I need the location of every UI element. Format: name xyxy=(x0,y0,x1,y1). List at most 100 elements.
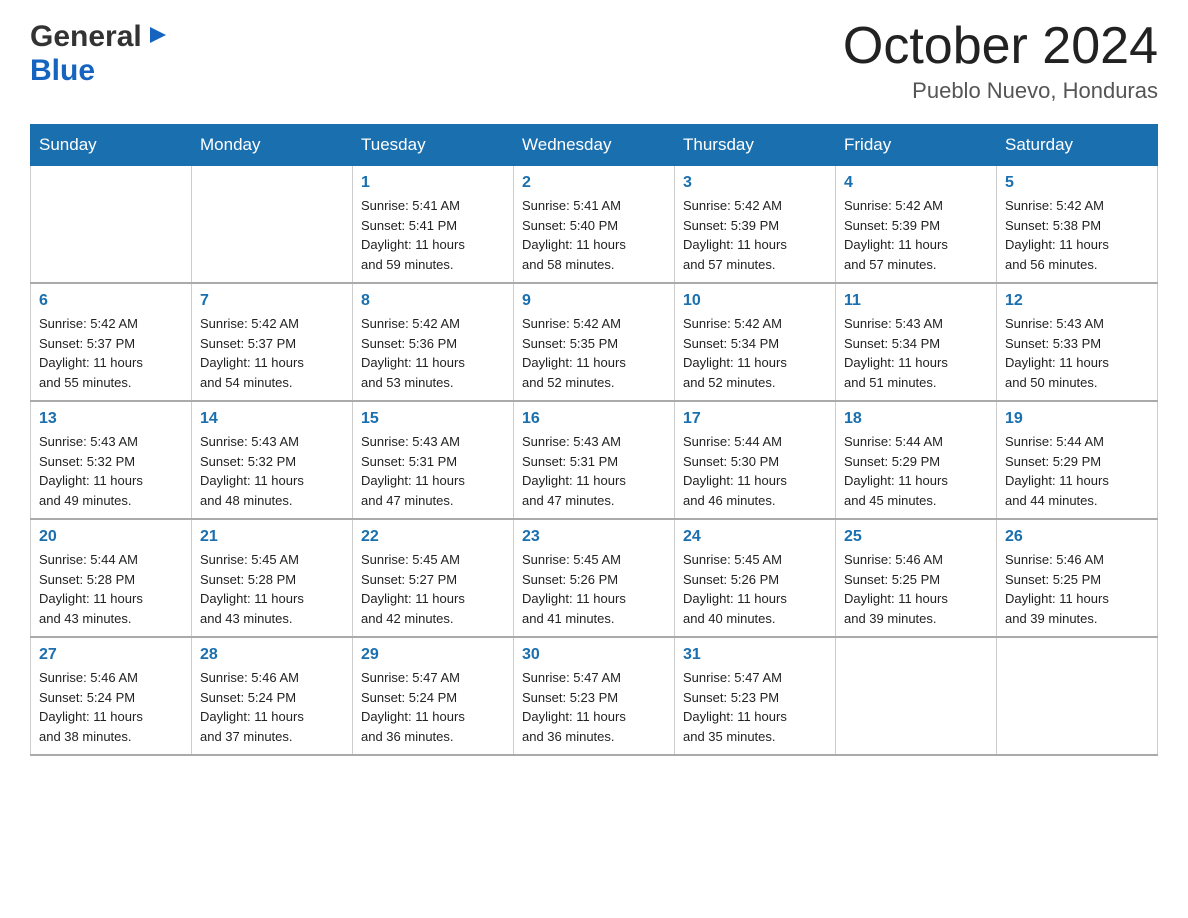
calendar-cell: 26 Sunrise: 5:46 AMSunset: 5:25 PMDayligh… xyxy=(997,519,1158,637)
day-number: 12 xyxy=(1005,292,1149,310)
day-info: Sunrise: 5:43 AMSunset: 5:32 PMDaylight:… xyxy=(200,432,344,510)
day-number: 17 xyxy=(683,410,827,428)
calendar-week-row: 1 Sunrise: 5:41 AMSunset: 5:41 PMDaylight… xyxy=(31,166,1158,284)
calendar-week-row: 13Sunrise: 5:43 AMSunset: 5:32 PMDayligh… xyxy=(31,401,1158,519)
day-number: 18 xyxy=(844,410,988,428)
logo-general: General xyxy=(30,20,142,54)
day-info: Sunrise: 5:41 AMSunset: 5:41 PMDaylight:… xyxy=(361,196,505,274)
col-wednesday: Wednesday xyxy=(514,125,675,166)
title-block: October 2024 Pueblo Nuevo, Honduras xyxy=(843,20,1158,104)
calendar-cell: 21 Sunrise: 5:45 AMSunset: 5:28 PMDayligh… xyxy=(192,519,353,637)
day-number: 31 xyxy=(683,646,827,664)
day-info: Sunrise: 5:45 AMSunset: 5:26 PMDaylight:… xyxy=(683,550,827,628)
calendar-cell: 17 Sunrise: 5:44 AMSunset: 5:30 PMDayligh… xyxy=(675,401,836,519)
calendar-cell: 4 Sunrise: 5:42 AMSunset: 5:39 PMDaylight… xyxy=(836,166,997,284)
day-number: 30 xyxy=(522,646,666,664)
day-info: Sunrise: 5:46 AMSunset: 5:25 PMDaylight:… xyxy=(844,550,988,628)
day-number: 15 xyxy=(361,410,505,428)
day-number: 25 xyxy=(844,528,988,546)
calendar-cell: 24Sunrise: 5:45 AMSunset: 5:26 PMDayligh… xyxy=(675,519,836,637)
logo-arrow-icon xyxy=(146,23,170,47)
calendar-cell: 31Sunrise: 5:47 AMSunset: 5:23 PMDayligh… xyxy=(675,637,836,755)
day-info: Sunrise: 5:44 AMSunset: 5:30 PMDaylight:… xyxy=(683,432,827,510)
calendar-cell xyxy=(31,166,192,284)
calendar-cell: 16 Sunrise: 5:43 AMSunset: 5:31 PMDayligh… xyxy=(514,401,675,519)
calendar-cell: 8Sunrise: 5:42 AMSunset: 5:36 PMDaylight… xyxy=(353,283,514,401)
day-number: 14 xyxy=(200,410,344,428)
calendar-cell: 11Sunrise: 5:43 AMSunset: 5:34 PMDayligh… xyxy=(836,283,997,401)
day-info: Sunrise: 5:42 AMSunset: 5:39 PMDaylight:… xyxy=(844,196,988,274)
day-number: 21 xyxy=(200,528,344,546)
page-header: General Blue October 2024 Pueblo Nuevo, … xyxy=(30,20,1158,104)
day-info: Sunrise: 5:46 AMSunset: 5:25 PMDaylight:… xyxy=(1005,550,1149,628)
day-info: Sunrise: 5:47 AMSunset: 5:24 PMDaylight:… xyxy=(361,668,505,746)
calendar-cell: 22 Sunrise: 5:45 AMSunset: 5:27 PMDayligh… xyxy=(353,519,514,637)
day-number: 26 xyxy=(1005,528,1149,546)
day-info: Sunrise: 5:42 AMSunset: 5:37 PMDaylight:… xyxy=(39,314,183,392)
calendar-cell: 27 Sunrise: 5:46 AMSunset: 5:24 PMDayligh… xyxy=(31,637,192,755)
col-saturday: Saturday xyxy=(997,125,1158,166)
calendar-cell: 20Sunrise: 5:44 AMSunset: 5:28 PMDayligh… xyxy=(31,519,192,637)
day-info: Sunrise: 5:45 AMSunset: 5:27 PMDaylight:… xyxy=(361,550,505,628)
day-number: 19 xyxy=(1005,410,1149,428)
day-info: Sunrise: 5:42 AMSunset: 5:35 PMDaylight:… xyxy=(522,314,666,392)
calendar-cell: 6Sunrise: 5:42 AMSunset: 5:37 PMDaylight… xyxy=(31,283,192,401)
day-number: 23 xyxy=(522,528,666,546)
calendar-cell: 10 Sunrise: 5:42 AMSunset: 5:34 PMDayligh… xyxy=(675,283,836,401)
col-thursday: Thursday xyxy=(675,125,836,166)
calendar-cell: 28Sunrise: 5:46 AMSunset: 5:24 PMDayligh… xyxy=(192,637,353,755)
day-info: Sunrise: 5:45 AMSunset: 5:28 PMDaylight:… xyxy=(200,550,344,628)
day-info: Sunrise: 5:45 AMSunset: 5:26 PMDaylight:… xyxy=(522,550,666,628)
calendar-cell: 14 Sunrise: 5:43 AMSunset: 5:32 PMDayligh… xyxy=(192,401,353,519)
col-sunday: Sunday xyxy=(31,125,192,166)
day-number: 2 xyxy=(522,174,666,192)
calendar-cell: 5 Sunrise: 5:42 AMSunset: 5:38 PMDaylight… xyxy=(997,166,1158,284)
day-info: Sunrise: 5:43 AMSunset: 5:33 PMDaylight:… xyxy=(1005,314,1149,392)
day-info: Sunrise: 5:42 AMSunset: 5:38 PMDaylight:… xyxy=(1005,196,1149,274)
calendar-cell xyxy=(192,166,353,284)
calendar-cell: 12 Sunrise: 5:43 AMSunset: 5:33 PMDayligh… xyxy=(997,283,1158,401)
day-info: Sunrise: 5:42 AMSunset: 5:39 PMDaylight:… xyxy=(683,196,827,274)
calendar-table: Sunday Monday Tuesday Wednesday Thursday… xyxy=(30,124,1158,756)
calendar-header-row: Sunday Monday Tuesday Wednesday Thursday… xyxy=(31,125,1158,166)
day-info: Sunrise: 5:44 AMSunset: 5:29 PMDaylight:… xyxy=(844,432,988,510)
calendar-cell: 30Sunrise: 5:47 AMSunset: 5:23 PMDayligh… xyxy=(514,637,675,755)
calendar-cell: 1 Sunrise: 5:41 AMSunset: 5:41 PMDaylight… xyxy=(353,166,514,284)
day-info: Sunrise: 5:41 AMSunset: 5:40 PMDaylight:… xyxy=(522,196,666,274)
col-friday: Friday xyxy=(836,125,997,166)
calendar-week-row: 27 Sunrise: 5:46 AMSunset: 5:24 PMDayligh… xyxy=(31,637,1158,755)
calendar-cell: 13Sunrise: 5:43 AMSunset: 5:32 PMDayligh… xyxy=(31,401,192,519)
month-title: October 2024 xyxy=(843,20,1158,72)
day-info: Sunrise: 5:46 AMSunset: 5:24 PMDaylight:… xyxy=(39,668,183,746)
calendar-cell: 15 Sunrise: 5:43 AMSunset: 5:31 PMDayligh… xyxy=(353,401,514,519)
calendar-cell: 18 Sunrise: 5:44 AMSunset: 5:29 PMDayligh… xyxy=(836,401,997,519)
day-info: Sunrise: 5:44 AMSunset: 5:28 PMDaylight:… xyxy=(39,550,183,628)
logo: General Blue xyxy=(30,20,170,88)
day-number: 1 xyxy=(361,174,505,192)
day-info: Sunrise: 5:42 AMSunset: 5:34 PMDaylight:… xyxy=(683,314,827,392)
calendar-cell: 25 Sunrise: 5:46 AMSunset: 5:25 PMDayligh… xyxy=(836,519,997,637)
day-number: 5 xyxy=(1005,174,1149,192)
day-number: 22 xyxy=(361,528,505,546)
day-number: 11 xyxy=(844,292,988,310)
day-info: Sunrise: 5:43 AMSunset: 5:31 PMDaylight:… xyxy=(361,432,505,510)
calendar-cell xyxy=(997,637,1158,755)
day-info: Sunrise: 5:43 AMSunset: 5:31 PMDaylight:… xyxy=(522,432,666,510)
day-number: 10 xyxy=(683,292,827,310)
day-number: 28 xyxy=(200,646,344,664)
day-info: Sunrise: 5:42 AMSunset: 5:37 PMDaylight:… xyxy=(200,314,344,392)
day-number: 16 xyxy=(522,410,666,428)
calendar-week-row: 20Sunrise: 5:44 AMSunset: 5:28 PMDayligh… xyxy=(31,519,1158,637)
day-number: 29 xyxy=(361,646,505,664)
calendar-cell: 9 Sunrise: 5:42 AMSunset: 5:35 PMDaylight… xyxy=(514,283,675,401)
col-monday: Monday xyxy=(192,125,353,166)
day-number: 4 xyxy=(844,174,988,192)
calendar-cell: 3 Sunrise: 5:42 AMSunset: 5:39 PMDaylight… xyxy=(675,166,836,284)
day-number: 3 xyxy=(683,174,827,192)
day-number: 8 xyxy=(361,292,505,310)
calendar-cell: 23 Sunrise: 5:45 AMSunset: 5:26 PMDayligh… xyxy=(514,519,675,637)
logo-blue: Blue xyxy=(30,54,95,87)
calendar-cell: 19Sunrise: 5:44 AMSunset: 5:29 PMDayligh… xyxy=(997,401,1158,519)
day-number: 9 xyxy=(522,292,666,310)
day-number: 27 xyxy=(39,646,183,664)
